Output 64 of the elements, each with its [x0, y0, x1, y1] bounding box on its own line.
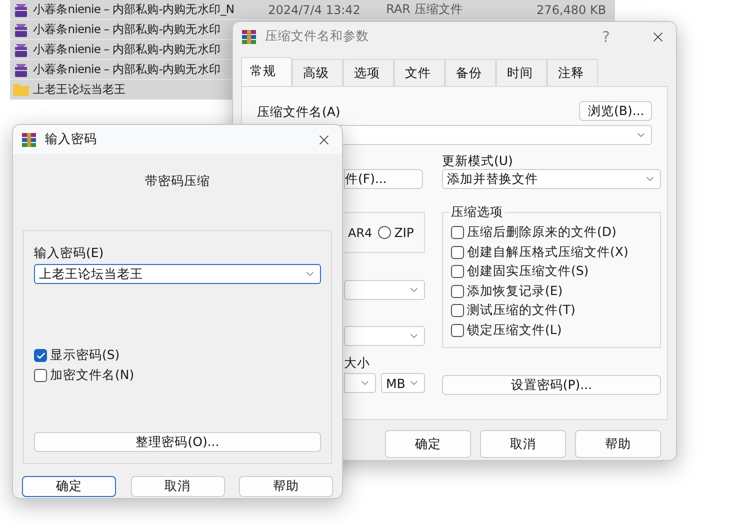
file-date: 2024/7/4 13:42 [268, 2, 362, 16]
tab[interactable]: 高级 [292, 59, 343, 86]
file-row[interactable]: 小萶条nienie – 内部私购-内购无水印_N 2024/7/4 13:42 RAR 压缩文件 276,480 KB [10, 0, 615, 20]
dialog-button[interactable]: 帮助 [575, 430, 661, 458]
checkbox[interactable] [451, 226, 464, 240]
field-label: 更新模式(U) [442, 154, 514, 168]
set-password-button[interactable]: 设置密码(P)... [442, 375, 661, 395]
dialog-button[interactable]: 确定 [22, 476, 116, 497]
file-name: 小萶条nienie – 内部私购-内购无水印 [33, 62, 221, 77]
field-label: 输入密码(E) [34, 245, 105, 262]
tab[interactable]: 文件 [394, 59, 445, 86]
archive-icon [13, 22, 29, 38]
window-title: 输入密码 [45, 131, 98, 148]
checkbox-label: 锁定压缩文件(L) [467, 322, 562, 339]
folder-icon [13, 82, 29, 96]
radio-label: AR4 [348, 226, 372, 240]
checkbox[interactable] [34, 349, 47, 362]
checkbox-label: 添加恢复记录(E) [467, 282, 563, 300]
profile-button[interactable]: 件(F)... [344, 169, 423, 189]
browse-button[interactable]: 浏览(B)... [579, 101, 652, 121]
file-name: 小萶条nienie – 内部私购-内购无水印 [33, 22, 221, 37]
password-field[interactable]: 上老王论坛当老王 [34, 264, 321, 284]
dialog-button[interactable]: 取消 [130, 476, 224, 497]
dialog-button[interactable]: 确定 [385, 430, 471, 458]
radio-label: ZIP [394, 225, 414, 240]
tab[interactable]: 选项 [343, 59, 394, 86]
unit-dropdown[interactable]: MB [381, 373, 425, 393]
checkbox[interactable] [451, 265, 464, 278]
archive-icon [13, 62, 29, 78]
file-name: 小萶条nienie – 内部私购-内购无水印 [33, 42, 221, 57]
checkbox[interactable] [451, 284, 464, 298]
dialog-heading: 带密码压缩 [144, 173, 211, 190]
checkbox[interactable] [34, 368, 47, 382]
archive-icon [13, 2, 29, 18]
dialog-button[interactable]: 取消 [480, 430, 566, 458]
field-label: 大小 [344, 355, 371, 372]
file-name: 小萶条nienie – 内部私购-内购无水印_N [33, 2, 234, 17]
stacked-books-icon [21, 132, 37, 148]
dialog-button[interactable]: 帮助 [239, 476, 333, 497]
checkbox-label: 创建固实压缩文件(S) [467, 263, 589, 280]
tab[interactable]: 备份 [445, 59, 496, 86]
organize-passwords-button[interactable]: 整理密码(O)... [34, 432, 321, 452]
group-title: 压缩选项 [449, 204, 505, 221]
tab[interactable]: 时间 [496, 59, 547, 86]
file-type: RAR 压缩文件 [386, 1, 464, 18]
checkbox[interactable] [451, 324, 464, 337]
archive-icon [13, 42, 29, 58]
checkbox-label: 测试压缩的文件(T) [467, 302, 576, 320]
check-icon [36, 350, 46, 361]
checkbox-label: 显示密码(S) [50, 347, 120, 364]
checkbox[interactable] [451, 246, 464, 259]
file-size: 276,480 KB [536, 2, 606, 16]
tab[interactable]: 常规 [241, 57, 292, 86]
file-name: 上老王论坛当老王 [33, 82, 126, 97]
update-mode-dropdown[interactable]: 添加并替换文件 [442, 169, 661, 189]
checkbox-label: 压缩后删除原来的文件(D) [467, 224, 616, 242]
checkbox[interactable] [451, 304, 464, 318]
field-label: 压缩文件名(A) [257, 104, 340, 121]
radio-button[interactable] [378, 226, 392, 239]
checkbox-label: 创建自解压格式压缩文件(X) [467, 244, 628, 261]
checkbox-label: 加密文件名(N) [50, 366, 134, 384]
tab[interactable]: 注释 [547, 59, 598, 86]
window-title: 压缩文件名和参数 [265, 28, 370, 45]
stacked-books-icon [241, 28, 257, 44]
